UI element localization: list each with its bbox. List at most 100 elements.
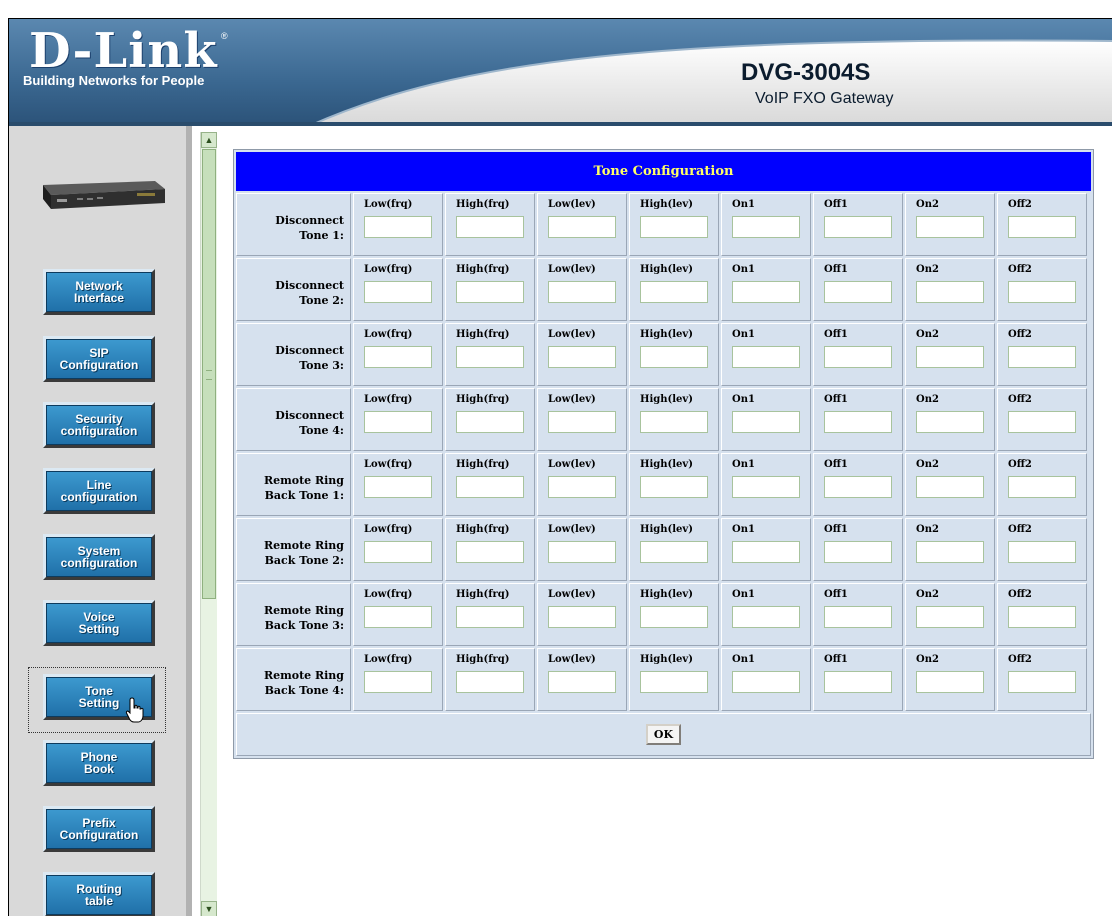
tone-field-input[interactable] <box>1008 411 1076 433</box>
tone-field-input[interactable] <box>916 541 984 563</box>
tone-field-input[interactable] <box>640 346 708 368</box>
tone-field-input[interactable] <box>824 541 892 563</box>
field-label: Low(lev) <box>548 199 596 210</box>
scroll-up-arrow-icon[interactable]: ▲ <box>201 132 217 148</box>
tone-field-input[interactable] <box>824 216 892 238</box>
tone-field-input[interactable] <box>824 346 892 368</box>
nav-network-interface-button[interactable]: Network Interface <box>43 269 155 315</box>
tone-field-input[interactable] <box>824 411 892 433</box>
tone-field-input[interactable] <box>640 541 708 563</box>
tone-field-input[interactable] <box>640 411 708 433</box>
scroll-thumb[interactable] <box>202 149 216 599</box>
tone-field-input[interactable] <box>732 281 800 303</box>
field-label: On1 <box>732 589 755 600</box>
tone-field-input[interactable] <box>548 216 616 238</box>
tone-field-input[interactable] <box>640 606 708 628</box>
tone-field-input[interactable] <box>640 281 708 303</box>
tone-field-input[interactable] <box>548 411 616 433</box>
tone-field-input[interactable] <box>364 281 432 303</box>
tone-field-input[interactable] <box>456 346 524 368</box>
tone-field-input[interactable] <box>916 476 984 498</box>
tone-field-input[interactable] <box>732 541 800 563</box>
field-cell: Off1 <box>813 648 903 711</box>
tone-field-input[interactable] <box>732 346 800 368</box>
tone-field-input[interactable] <box>456 541 524 563</box>
tone-field-input[interactable] <box>732 476 800 498</box>
content-scrollbar[interactable]: ▲ ▼ <box>200 132 217 916</box>
tone-field-input[interactable] <box>456 216 524 238</box>
field-cell: Low(frq) <box>353 583 443 646</box>
tone-field-input[interactable] <box>916 606 984 628</box>
tone-field-input[interactable] <box>548 671 616 693</box>
nav-routing-table-button[interactable]: Routing table <box>43 872 155 916</box>
tone-field-input[interactable] <box>824 281 892 303</box>
field-cell: On2 <box>905 583 995 646</box>
field-label: Off2 <box>1008 329 1032 340</box>
tone-field-input[interactable] <box>548 541 616 563</box>
nav-sip-configuration-button[interactable]: SIP Configuration <box>43 336 155 382</box>
tone-field-input[interactable] <box>364 541 432 563</box>
tone-field-input[interactable] <box>548 606 616 628</box>
field-cell: On1 <box>721 388 811 451</box>
field-label: Low(lev) <box>548 459 596 470</box>
ok-button[interactable]: OK <box>645 724 682 745</box>
tone-field-input[interactable] <box>456 476 524 498</box>
tone-field-input[interactable] <box>1008 476 1076 498</box>
browser-frame: D-Link ® Building Networks for People DV… <box>8 18 1112 916</box>
tone-field-input[interactable] <box>640 216 708 238</box>
tone-field-input[interactable] <box>548 476 616 498</box>
tone-field-input[interactable] <box>364 476 432 498</box>
nav-voice-setting-button[interactable]: Voice Setting <box>43 600 155 646</box>
tone-rows: Disconnect Tone 1: Low(frq) High(frq) Low(l… <box>236 193 1091 711</box>
tone-field-input[interactable] <box>1008 606 1076 628</box>
tone-field-input[interactable] <box>1008 346 1076 368</box>
tone-field-input[interactable] <box>916 671 984 693</box>
field-label: Low(frq) <box>364 459 413 470</box>
tone-field-input[interactable] <box>548 346 616 368</box>
tone-field-input[interactable] <box>732 606 800 628</box>
tone-field-input[interactable] <box>916 281 984 303</box>
tone-row: Disconnect Tone 1: Low(frq) High(frq) Low(l… <box>236 193 1091 256</box>
field-label: On2 <box>916 524 939 535</box>
field-cell: Low(frq) <box>353 193 443 256</box>
tone-field-input[interactable] <box>364 606 432 628</box>
scroll-down-arrow-icon[interactable]: ▼ <box>201 901 217 916</box>
tone-field-input[interactable] <box>364 411 432 433</box>
tone-field-input[interactable] <box>916 216 984 238</box>
tone-field-input[interactable] <box>456 606 524 628</box>
tone-field-input[interactable] <box>824 606 892 628</box>
tone-field-input[interactable] <box>732 671 800 693</box>
field-label: Low(lev) <box>548 589 596 600</box>
nav-phone-book-button[interactable]: Phone Book <box>43 740 155 786</box>
tone-field-input[interactable] <box>916 411 984 433</box>
nav-security-configuration-button[interactable]: Security configuration <box>43 402 155 448</box>
model-subtitle: VoIP FXO Gateway <box>755 90 894 107</box>
tone-field-input[interactable] <box>1008 281 1076 303</box>
tone-field-input[interactable] <box>364 346 432 368</box>
field-label: Low(frq) <box>364 654 413 665</box>
tone-field-input[interactable] <box>1008 671 1076 693</box>
field-cell: Off1 <box>813 583 903 646</box>
nav-line-configuration-button[interactable]: Line configuration <box>43 468 155 514</box>
tone-field-input[interactable] <box>364 216 432 238</box>
tone-field-input[interactable] <box>824 476 892 498</box>
nav-prefix-configuration-button[interactable]: Prefix Configuration <box>43 806 155 852</box>
nav-system-configuration-button[interactable]: System configuration <box>43 534 155 580</box>
tone-field-input[interactable] <box>916 346 984 368</box>
tone-field-input[interactable] <box>1008 541 1076 563</box>
tone-field-input[interactable] <box>1008 216 1076 238</box>
tone-field-input[interactable] <box>732 216 800 238</box>
tone-field-input[interactable] <box>732 411 800 433</box>
tone-field-input[interactable] <box>456 281 524 303</box>
field-cell: Low(lev) <box>537 258 627 321</box>
tone-field-input[interactable] <box>640 671 708 693</box>
tone-field-input[interactable] <box>456 411 524 433</box>
tone-field-input[interactable] <box>364 671 432 693</box>
field-label: Off1 <box>824 199 848 210</box>
tone-field-input[interactable] <box>640 476 708 498</box>
tone-field-input[interactable] <box>456 671 524 693</box>
tone-field-input[interactable] <box>824 671 892 693</box>
tone-field-input[interactable] <box>548 281 616 303</box>
field-cell: On1 <box>721 648 811 711</box>
field-label: High(lev) <box>640 329 693 340</box>
